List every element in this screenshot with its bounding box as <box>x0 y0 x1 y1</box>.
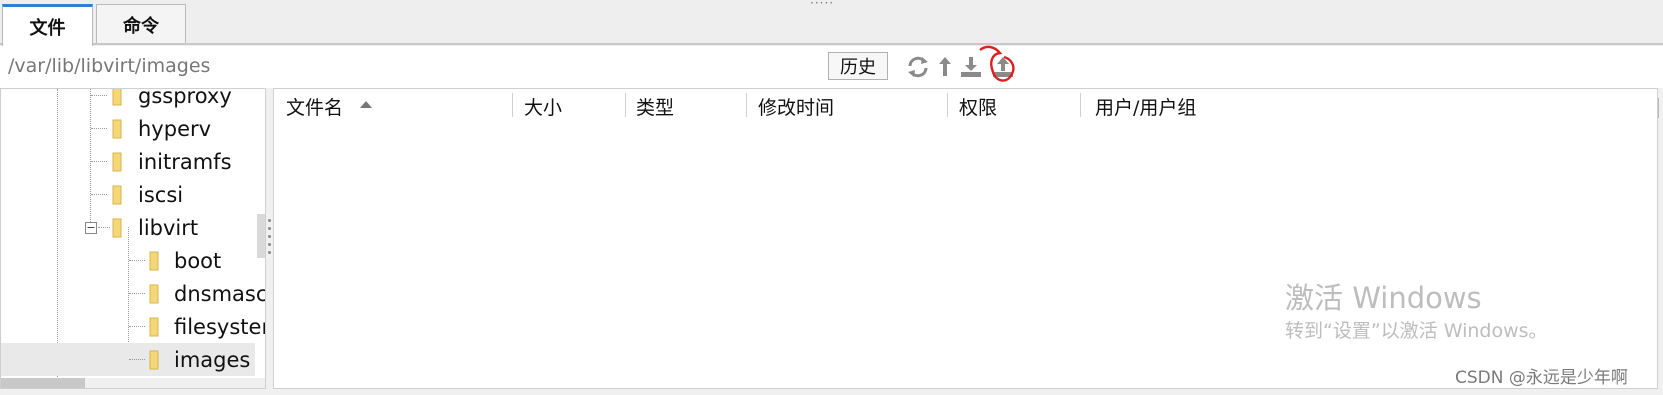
tree-item-label: images <box>174 347 251 372</box>
column-header-modified[interactable]: 修改时间 <box>758 93 834 120</box>
tree-connector <box>91 161 107 162</box>
tree-item-hyperv[interactable]: hyperv <box>1 112 255 145</box>
splitter-grip-icon <box>268 219 271 222</box>
tree-item-label: iscsi <box>138 182 184 207</box>
tree-item-iscsi[interactable]: iscsi <box>1 178 255 211</box>
path-toolbar: /var/lib/libvirt/images 历史 <box>0 45 1663 118</box>
history-button-label: 历史 <box>840 57 876 78</box>
tree-item-filesystems[interactable]: filesyster <box>1 310 265 343</box>
tree-item-dnsmasq[interactable]: dnsmasc <box>1 277 265 310</box>
sort-ascending-icon <box>360 101 372 108</box>
tree-item-gssproxy[interactable]: gssproxy <box>1 88 255 112</box>
tree-item-initramfs[interactable]: initramfs <box>1 145 255 178</box>
tree-scrollbar-thumb[interactable] <box>257 214 265 258</box>
splitter-grip-icon <box>268 251 271 254</box>
splitter-grip-icon <box>268 235 271 238</box>
tree-item-boot[interactable]: boot <box>1 244 255 277</box>
collapse-toggle-icon[interactable]: − <box>85 222 97 234</box>
tree-connector <box>129 326 145 327</box>
tree-horizontal-scrollbar-thumb[interactable] <box>1 378 85 388</box>
up-directory-icon[interactable] <box>932 54 958 80</box>
column-separator[interactable] <box>746 93 747 117</box>
tree-item-label: gssproxy <box>138 88 232 108</box>
tab-files-label: 文件 <box>29 17 66 39</box>
activation-watermark-subtitle: 转到“设置”以激活 Windows。 <box>1285 320 1548 342</box>
file-list: 文件名 大小 类型 修改时间 权限 用户/用户组 <box>273 88 1658 389</box>
folder-icon <box>112 152 122 172</box>
tree-item-label: hyperv <box>138 116 212 141</box>
tree-item-label: filesyster <box>174 314 266 339</box>
tree-connector <box>129 359 145 360</box>
folder-icon <box>149 350 159 370</box>
column-header-owner[interactable]: 用户/用户组 <box>1095 93 1196 120</box>
tree-connector <box>129 260 145 261</box>
column-header-permissions[interactable]: 权限 <box>959 93 997 120</box>
tab-files[interactable]: 文件 <box>2 4 93 46</box>
column-separator[interactable] <box>1080 93 1081 117</box>
tab-divider <box>0 43 1663 45</box>
column-header-filename[interactable]: 文件名 <box>286 93 343 120</box>
column-separator[interactable] <box>625 93 626 117</box>
folder-icon <box>149 251 159 271</box>
tree-item-label: dnsmasc <box>174 281 266 306</box>
tree-item-label: boot <box>174 248 222 273</box>
tree-item-label: initramfs <box>138 149 232 174</box>
folder-icon <box>112 119 122 139</box>
folder-icon <box>112 185 122 205</box>
refresh-icon[interactable] <box>905 54 931 80</box>
folder-icon <box>112 89 122 106</box>
tree-connector <box>129 293 145 294</box>
column-header-size[interactable]: 大小 <box>524 93 562 120</box>
path-input[interactable]: /var/lib/libvirt/images <box>8 55 210 77</box>
tree-connector <box>91 95 107 96</box>
tab-commands[interactable]: 命令 <box>96 4 186 44</box>
splitter-grip-icon <box>268 227 271 230</box>
tab-commands-label: 命令 <box>123 15 159 37</box>
column-header-type[interactable]: 类型 <box>636 93 674 120</box>
folder-icon <box>149 317 159 337</box>
splitter-grip-icon <box>268 243 271 246</box>
annotation-circle-icon <box>979 45 1015 82</box>
drag-handle-icon[interactable]: ····· <box>810 0 834 10</box>
tree-connector <box>98 227 110 228</box>
directory-tree: gssproxy hyperv initramfs iscsi − libvir… <box>0 88 266 389</box>
activation-watermark-title: 激活 Windows <box>1285 281 1482 315</box>
column-separator[interactable] <box>512 93 513 117</box>
tree-connector <box>91 128 107 129</box>
folder-icon <box>149 284 159 304</box>
tree-item-images[interactable]: images <box>1 343 255 376</box>
column-separator[interactable] <box>947 93 948 117</box>
folder-icon <box>112 218 122 238</box>
tree-item-label: libvirt <box>138 215 199 240</box>
tree-item-libvirt[interactable]: − libvirt <box>1 211 255 244</box>
tree-connector <box>91 194 107 195</box>
tab-bar: ····· 文件 命令 <box>0 0 1663 46</box>
panel-splitter[interactable] <box>266 88 273 389</box>
author-credit: CSDN @永远是少年啊 <box>1455 368 1628 388</box>
history-button[interactable]: 历史 <box>828 52 888 80</box>
